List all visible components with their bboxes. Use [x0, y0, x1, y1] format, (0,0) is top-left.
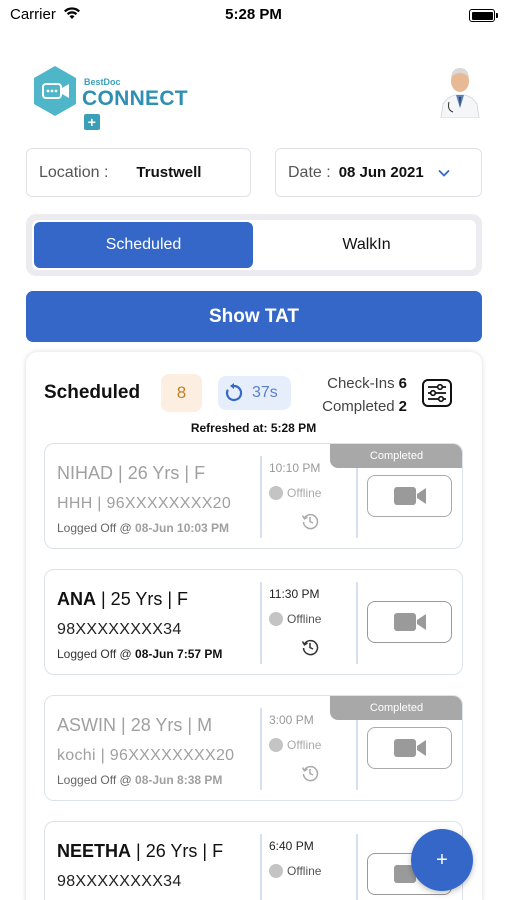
appointment-time: 11:30 PM [269, 587, 320, 601]
history-icon[interactable] [301, 512, 319, 530]
logged-off-text: Logged Off @ 08-Jun 7:57 PM [57, 647, 223, 661]
checkins-label: Check-Ins [327, 375, 395, 392]
scheduled-count-badge: 8 [161, 374, 202, 412]
logged-off-text: Logged Off @ 08-Jun 10:03 PM [57, 521, 230, 535]
logo-subtitle: BestDoc [84, 77, 121, 87]
app-logo: BestDoc CONNECT+ [32, 65, 202, 130]
doctor-avatar[interactable] [439, 64, 481, 118]
patient-name-line: ASWIN | 28 Yrs | M [57, 715, 212, 736]
patient-phone: HHH | 96XXXXXXXX20 [57, 495, 232, 512]
appointment-card[interactable]: ANA | 25 Yrs | F 98XXXXXXXX34 Logged Off… [44, 569, 463, 675]
logo-title: CONNECT+ [82, 87, 188, 130]
appointment-card[interactable]: NEETHA | 26 Yrs | F 98XXXXXXXX34 6:40 PM… [44, 821, 463, 900]
status-bar: Carrier 5:28 PM [0, 0, 507, 30]
date-selector[interactable]: Date : 08 Jun 2021 [275, 148, 482, 197]
appointment-type-toggle: Scheduled WalkIn [26, 214, 482, 276]
battery-icon [469, 9, 498, 22]
stats-summary: Check-Ins 6 Completed 2 [322, 372, 407, 418]
patient-name: ASWIN [57, 715, 117, 735]
status-dot [269, 486, 283, 500]
date-value: 08 Jun 2021 [338, 164, 424, 181]
logged-off-text: Logged Off @ 08-Jun 8:38 PM [57, 773, 223, 787]
tab-walkin[interactable]: WalkIn [257, 222, 476, 268]
video-camera-icon [393, 613, 426, 631]
video-call-button[interactable] [367, 601, 452, 643]
status-time: 5:28 PM [225, 6, 282, 23]
video-camera-icon [393, 739, 426, 757]
patient-age-sex: | 28 Yrs | M [116, 715, 213, 735]
patient-name: ANA [57, 589, 96, 609]
patient-name: NIHAD [57, 463, 114, 483]
patient-age-sex: | 26 Yrs | F [131, 841, 224, 861]
appointment-time: 10:10 PM [269, 461, 321, 475]
online-status: Offline [269, 612, 321, 626]
add-appointment-fab[interactable]: + [411, 829, 473, 891]
filter-sliders-icon[interactable] [421, 378, 453, 408]
status-dot [269, 738, 283, 752]
online-status: Offline [269, 486, 321, 500]
status-dot [269, 612, 283, 626]
location-label: Location : [39, 163, 109, 181]
patient-phone: 98XXXXXXXX34 [57, 621, 182, 638]
tab-scheduled[interactable]: Scheduled [34, 222, 253, 268]
patient-age-sex: | 25 Yrs | F [96, 589, 189, 609]
patient-phone: kochi | 96XXXXXXXX20 [57, 747, 235, 764]
location-selector[interactable]: Location : Trustwell [26, 148, 251, 197]
completed-tag: Completed [330, 444, 462, 468]
appointment-card[interactable]: NIHAD | 26 Yrs | F HHH | 96XXXXXXXX20 Lo… [44, 443, 463, 549]
logo-hexagon-icon [34, 66, 76, 116]
refresh-timer-button[interactable]: 37s [218, 376, 291, 410]
show-tat-button[interactable]: Show TAT [26, 291, 482, 342]
refreshed-at-text: Refreshed at: 5:28 PM [190, 421, 317, 435]
video-call-button[interactable] [367, 475, 452, 517]
status-dot [269, 864, 283, 878]
location-value: Trustwell [136, 164, 202, 181]
patient-age-sex: | 26 Yrs | F [113, 463, 206, 483]
refresh-timer-text: 37s [252, 384, 278, 401]
online-status: Offline [269, 864, 321, 878]
patient-name: NEETHA [57, 841, 132, 861]
appointment-time: 3:00 PM [269, 713, 314, 727]
panel-title: Scheduled [44, 382, 141, 403]
completed-tag: Completed [330, 696, 462, 720]
date-label: Date : [288, 163, 331, 181]
completed-value: 2 [398, 398, 407, 415]
appointment-time: 6:40 PM [269, 839, 314, 853]
history-icon[interactable] [301, 638, 319, 656]
checkins-value: 6 [398, 375, 407, 392]
patient-name-line: NEETHA | 26 Yrs | F [57, 841, 223, 862]
patient-name-line: ANA | 25 Yrs | F [57, 589, 188, 610]
patient-name-line: NIHAD | 26 Yrs | F [57, 463, 205, 484]
video-camera-icon [393, 487, 426, 505]
refresh-icon [225, 383, 243, 402]
chevron-down-icon[interactable] [438, 169, 450, 177]
online-status: Offline [269, 738, 321, 752]
video-call-button[interactable] [367, 727, 452, 769]
history-icon[interactable] [301, 764, 319, 782]
completed-label: Completed [322, 398, 395, 415]
appointment-card[interactable]: ASWIN | 28 Yrs | M kochi | 96XXXXXXXX20 … [44, 695, 463, 801]
patient-phone: 98XXXXXXXX34 [57, 873, 182, 890]
